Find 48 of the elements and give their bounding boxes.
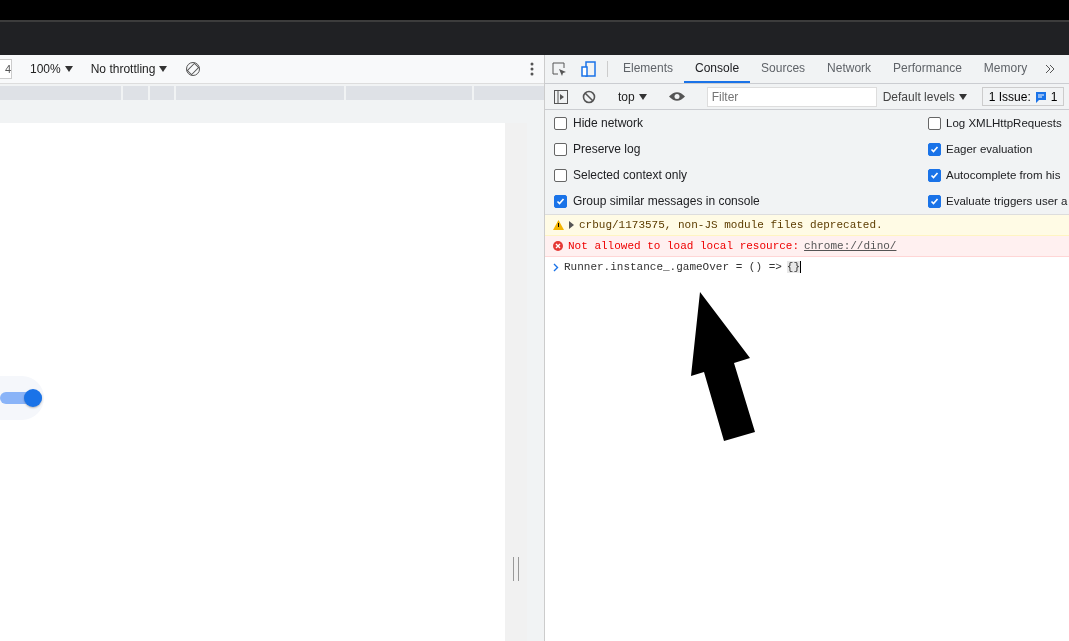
setting-option[interactable]: Autocomplete from his — [919, 162, 1069, 188]
caret-icon — [958, 93, 967, 100]
levels-dropdown[interactable]: Default levels — [882, 89, 967, 104]
throttling-dropdown[interactable]: No throttling — [90, 62, 168, 76]
message-icon — [1034, 90, 1047, 103]
caret-icon — [638, 93, 647, 100]
checkmark-icon — [556, 196, 565, 206]
code-text: {} — [786, 261, 802, 273]
setting-option[interactable]: Hide network — [545, 110, 919, 136]
warning-icon — [553, 220, 564, 230]
message-text: crbug/1173575, non-JS module files deprecated. — [579, 219, 883, 231]
caret-icon — [159, 66, 168, 72]
checkbox[interactable] — [554, 194, 567, 208]
setting-option[interactable]: Selected context only — [545, 162, 919, 188]
rotate-icon[interactable] — [185, 61, 202, 77]
setting-option[interactable]: Preserve log — [545, 136, 919, 162]
caret-icon — [64, 66, 73, 72]
width-field[interactable]: 4 — [0, 59, 12, 79]
expand-icon[interactable] — [569, 221, 574, 229]
panel-tab[interactable]: Network — [816, 55, 883, 83]
checkbox[interactable] — [928, 168, 941, 182]
message-text: Not allowed to load local resource: — [568, 240, 800, 252]
checkbox[interactable] — [928, 116, 941, 130]
checkmark-icon — [930, 170, 939, 180]
panel-tab[interactable]: Performance — [882, 55, 973, 83]
setting-option[interactable]: Eager evaluation — [919, 136, 1069, 162]
context-dropdown[interactable]: top — [612, 89, 653, 104]
filter-field[interactable]: Filter — [706, 86, 877, 107]
panel-tab[interactable]: Sources — [750, 55, 817, 83]
checkbox[interactable] — [928, 142, 941, 156]
checkbox[interactable] — [554, 116, 567, 130]
panel-tab[interactable]: Elements — [612, 55, 685, 83]
error-icon — [553, 241, 563, 251]
resource-link[interactable]: chrome://dino/ — [804, 240, 897, 252]
checkmark-icon — [930, 196, 939, 206]
more-icon[interactable] — [530, 62, 534, 76]
checkbox[interactable] — [554, 142, 567, 156]
checkbox[interactable] — [928, 194, 941, 208]
message-text: Runner.instance_.gameOver = () => — [564, 261, 782, 273]
setting-option[interactable]: Group similar messages in console — [545, 188, 919, 214]
issues-button[interactable]: 1 Issue: 1 — [981, 87, 1065, 106]
checkbox[interactable] — [554, 168, 567, 182]
setting-option[interactable]: Log XMLHttpRequests — [919, 110, 1069, 136]
prompt-icon — [553, 262, 559, 272]
zoom-dropdown[interactable]: 100% — [30, 62, 73, 76]
setting-option[interactable]: Evaluate triggers user a — [919, 188, 1069, 214]
checkmark-icon — [930, 144, 939, 154]
panel-tab[interactable]: Memory — [972, 55, 1039, 83]
